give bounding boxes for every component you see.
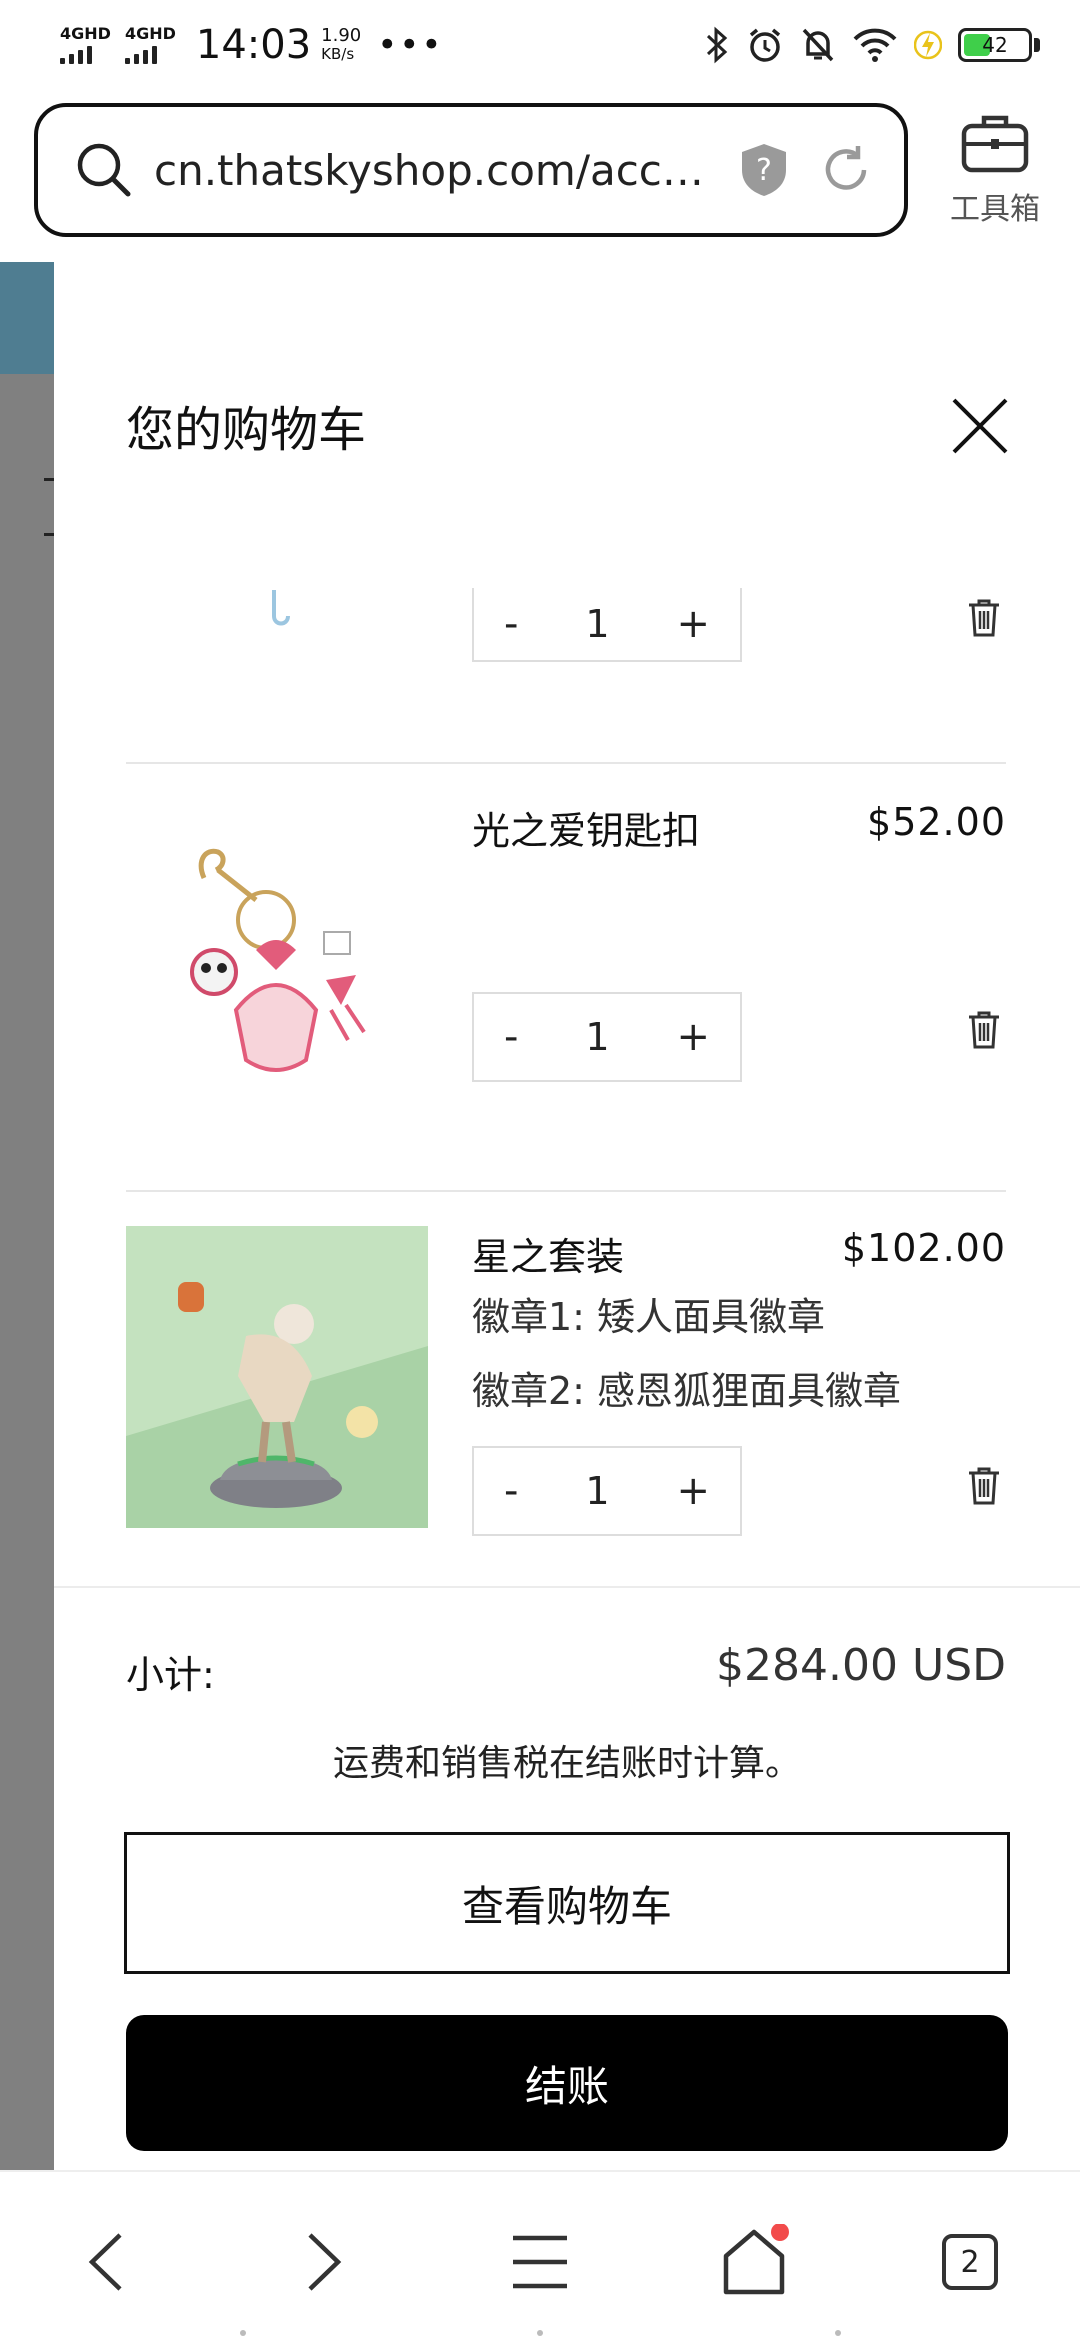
trash-icon[interactable]	[966, 598, 1002, 638]
signal-bars-icon	[124, 44, 157, 64]
item-option: 徽章2: 感恩狐狸面具徽章	[472, 1369, 902, 1413]
toolbox-button[interactable]: 工具箱	[930, 112, 1060, 228]
tax-note: 运费和销售税在结账时计算。	[332, 1743, 801, 1784]
toolbox-icon	[961, 115, 1029, 173]
back-button[interactable]	[66, 2222, 146, 2302]
quantity-value[interactable]: 1	[585, 1469, 609, 1513]
search-icon	[77, 143, 131, 197]
gesture-dot	[240, 2330, 246, 2336]
quantity-stepper: - 1 +	[472, 1446, 742, 1536]
wifi-icon	[853, 28, 897, 62]
background-page-banner	[0, 262, 54, 374]
quantity-value[interactable]: 1	[585, 602, 609, 646]
decrease-quantity-button[interactable]: -	[504, 601, 518, 647]
tabs-icon: 2	[942, 2234, 998, 2290]
keychain-product-image[interactable]	[126, 800, 428, 1102]
toolbox-label: 工具箱	[950, 192, 1040, 227]
sim1-label: 4GHD	[60, 24, 111, 43]
cart-drawer: 您的购物车 - 1 + 光之爱钥匙扣 $52.00 - 1 + 星之套装 $10…	[54, 262, 1080, 2170]
cart-item: 光之爱钥匙扣 $52.00 - 1 +	[126, 800, 1006, 1130]
subtotal-label: 小计:	[126, 1653, 215, 1697]
decrease-quantity-button[interactable]: -	[504, 1014, 518, 1060]
network-speed: 1.90 KB/s	[321, 25, 362, 64]
quantity-stepper: - 1 +	[472, 992, 742, 1082]
trash-icon[interactable]	[966, 1010, 1002, 1050]
network-speed-unit: KB/s	[321, 45, 355, 63]
home-icon	[723, 2224, 789, 2295]
alarm-icon	[749, 28, 781, 62]
sim2-label: 4GHD	[124, 24, 176, 43]
gesture-dot	[835, 2330, 841, 2336]
item-name[interactable]: 星之套装	[472, 1226, 624, 1281]
item-price: $102.00	[841, 1226, 1006, 1270]
increase-quantity-button[interactable]: +	[676, 1468, 710, 1514]
home-button[interactable]	[714, 2222, 794, 2302]
cart-item: - 1 +	[126, 588, 1006, 708]
silent-icon	[802, 28, 834, 62]
checkout-button[interactable]: 结账	[126, 2015, 1008, 2151]
cart-item: 星之套装 $102.00 徽章1: 矮人面具徽章 徽章2: 感恩狐狸面具徽章 -…	[126, 1226, 1006, 1556]
status-time: 14:03	[195, 22, 312, 68]
address-bar[interactable]: cn.thatskyshop.com/acc… ?	[34, 103, 908, 237]
signal-bars-icon	[60, 44, 92, 64]
gesture-dot	[537, 2330, 543, 2336]
browser-bottom-nav: 2	[0, 2170, 1080, 2340]
subtotal-value: $284.00 USD	[716, 1640, 1006, 1691]
item-divider	[126, 762, 1006, 764]
decrease-quantity-button[interactable]: -	[504, 1468, 518, 1514]
status-icons: 42	[704, 26, 1040, 64]
increase-quantity-button[interactable]: +	[676, 1014, 710, 1060]
network-speed-value: 1.90	[321, 25, 362, 46]
battery-icon: 42	[958, 28, 1040, 62]
tabs-button[interactable]: 2	[930, 2222, 1010, 2302]
sim2-signal: 4GHD	[124, 24, 176, 64]
charging-icon	[914, 30, 942, 60]
menu-button[interactable]	[500, 2222, 580, 2302]
status-bar: 4GHD 4GHD 14:03 1.90 KB/s ••• 42	[0, 0, 1080, 90]
sim1-signal: 4GHD	[60, 26, 111, 64]
item-name[interactable]: 光之爱钥匙扣	[472, 800, 700, 855]
quantity-value[interactable]: 1	[585, 1015, 609, 1059]
quantity-stepper: - 1 +	[472, 588, 742, 662]
cart-title: 您的购物车	[126, 402, 367, 458]
item-price: $52.00	[867, 800, 1006, 844]
background-menu-icon	[44, 478, 54, 536]
tab-count: 2	[960, 2244, 980, 2280]
battery-level: 42	[982, 33, 1008, 57]
footer-divider	[54, 1586, 1080, 1588]
background-page-overlay	[0, 262, 54, 2170]
view-cart-button[interactable]: 查看购物车	[124, 1832, 1010, 1974]
trash-icon[interactable]	[966, 1466, 1002, 1506]
figurine-product-image[interactable]	[126, 1226, 428, 1528]
increase-quantity-button[interactable]: +	[676, 601, 710, 647]
product-thumbnail-partial	[272, 590, 290, 626]
forward-icon	[308, 2233, 342, 2291]
more-notifications: •••	[377, 25, 444, 65]
close-icon[interactable]	[950, 396, 1010, 456]
svg-text:?: ?	[756, 153, 772, 188]
menu-icon	[513, 2235, 567, 2289]
back-icon	[88, 2233, 122, 2291]
reload-icon[interactable]	[818, 142, 874, 198]
bluetooth-icon	[706, 26, 728, 64]
shield-question-icon[interactable]: ?	[740, 142, 788, 198]
item-divider	[126, 1190, 1006, 1192]
forward-button[interactable]	[284, 2222, 364, 2302]
item-option: 徽章1: 矮人面具徽章	[472, 1295, 826, 1339]
url-text[interactable]: cn.thatskyshop.com/acc…	[154, 146, 740, 195]
